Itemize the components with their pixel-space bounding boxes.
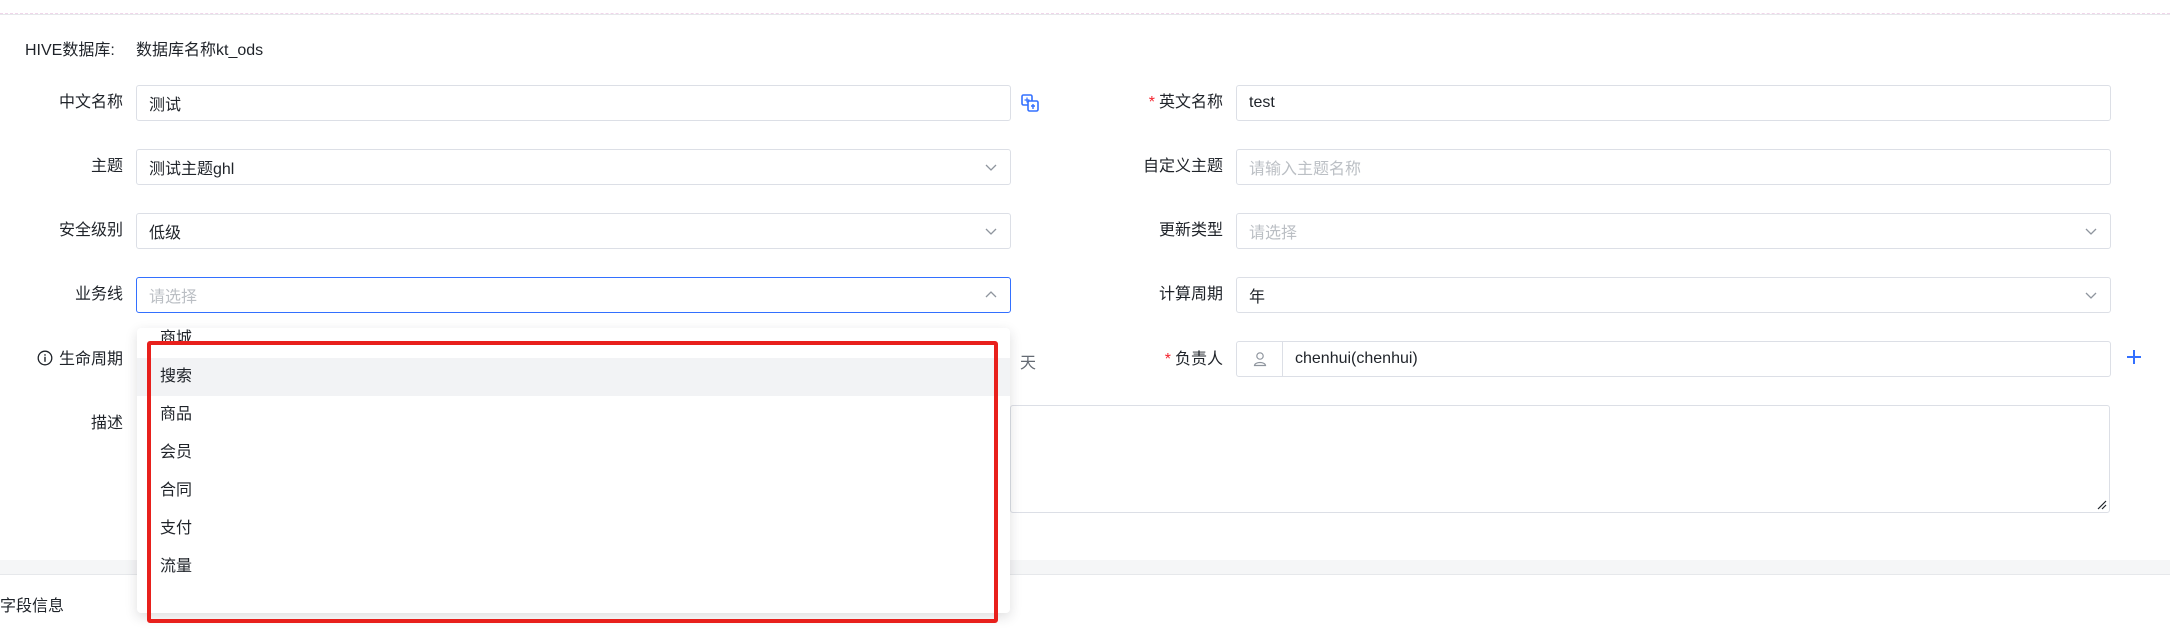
lifecycle-unit: 天 xyxy=(1020,355,1037,372)
dropdown-option[interactable]: 合同 xyxy=(137,472,1010,510)
calc-period-select[interactable]: 年 xyxy=(1236,277,2111,313)
description-textarea[interactable] xyxy=(1010,405,2110,513)
calc-period-value: 年 xyxy=(1249,289,1266,306)
user-icon xyxy=(1237,342,1283,376)
cn-name-value: 测试 xyxy=(149,97,182,114)
owner-value: chenhui(chenhui) xyxy=(1295,350,1418,367)
cn-name-input[interactable]: 测试 xyxy=(136,85,1011,121)
lifecycle-label: 生命周期 xyxy=(30,350,123,370)
top-strip xyxy=(0,0,2170,14)
custom-topic-placeholder: 请输入主题名称 xyxy=(1249,161,1362,178)
add-owner-icon[interactable] xyxy=(2124,347,2144,367)
en-name-value: test xyxy=(1249,94,1275,111)
dropdown-option[interactable]: 商城 xyxy=(137,328,1010,358)
chevron-down-icon xyxy=(985,228,997,235)
owner-label: * 负责人 xyxy=(1164,351,1223,368)
required-mark: * xyxy=(1164,351,1171,368)
chevron-down-icon xyxy=(985,164,997,171)
cn-name-label: 中文名称 xyxy=(58,94,123,111)
update-type-select[interactable]: 请选择 xyxy=(1236,213,2111,249)
business-line-select[interactable]: 请选择 xyxy=(136,277,1011,313)
topic-label: 主题 xyxy=(90,158,123,175)
business-line-label: 业务线 xyxy=(74,286,123,303)
en-name-label: * 英文名称 xyxy=(1148,94,1223,111)
security-level-value: 低级 xyxy=(149,225,182,242)
dropdown-option[interactable]: 搜索 xyxy=(137,358,1010,396)
chevron-down-icon xyxy=(2085,292,2097,299)
info-icon[interactable] xyxy=(37,350,53,366)
dropdown-option[interactable]: 商品 xyxy=(137,396,1010,434)
update-type-placeholder: 请选择 xyxy=(1249,225,1298,242)
required-mark: * xyxy=(1148,94,1155,111)
en-name-input[interactable]: test xyxy=(1236,85,2111,121)
dropdown-option[interactable]: 流量 xyxy=(137,548,1010,586)
dropdown-option[interactable]: 支付 xyxy=(137,510,1010,548)
dropdown-option[interactable]: 会员 xyxy=(137,434,1010,472)
resize-grip-icon[interactable] xyxy=(2095,498,2107,510)
update-type-label: 更新类型 xyxy=(1158,222,1223,239)
description-label: 描述 xyxy=(90,415,123,432)
business-line-dropdown: 商城 搜索 商品 会员 合同 支付 流量 xyxy=(137,328,1010,613)
topic-value: 测试主题ghl xyxy=(149,161,235,178)
custom-topic-label: 自定义主题 xyxy=(1142,158,1223,175)
chevron-up-icon xyxy=(985,291,997,298)
chevron-down-icon xyxy=(2085,228,2097,235)
dropdown-list: 商城 搜索 商品 会员 合同 支付 流量 xyxy=(137,328,1010,586)
business-line-placeholder: 请选择 xyxy=(149,289,198,306)
hive-database-value: 数据库名称kt_ods xyxy=(136,42,264,59)
field-info-title: 字段信息 xyxy=(0,598,65,615)
security-level-label: 安全级别 xyxy=(58,222,123,239)
topic-select[interactable]: 测试主题ghl xyxy=(136,149,1011,185)
hive-database-label: HIVE数据库: xyxy=(25,42,115,59)
owner-select[interactable]: chenhui(chenhui) xyxy=(1236,341,2111,377)
security-level-select[interactable]: 低级 xyxy=(136,213,1011,249)
custom-topic-input[interactable]: 请输入主题名称 xyxy=(1236,149,2111,185)
translate-icon[interactable] xyxy=(1020,93,1040,113)
calc-period-label: 计算周期 xyxy=(1158,286,1223,303)
